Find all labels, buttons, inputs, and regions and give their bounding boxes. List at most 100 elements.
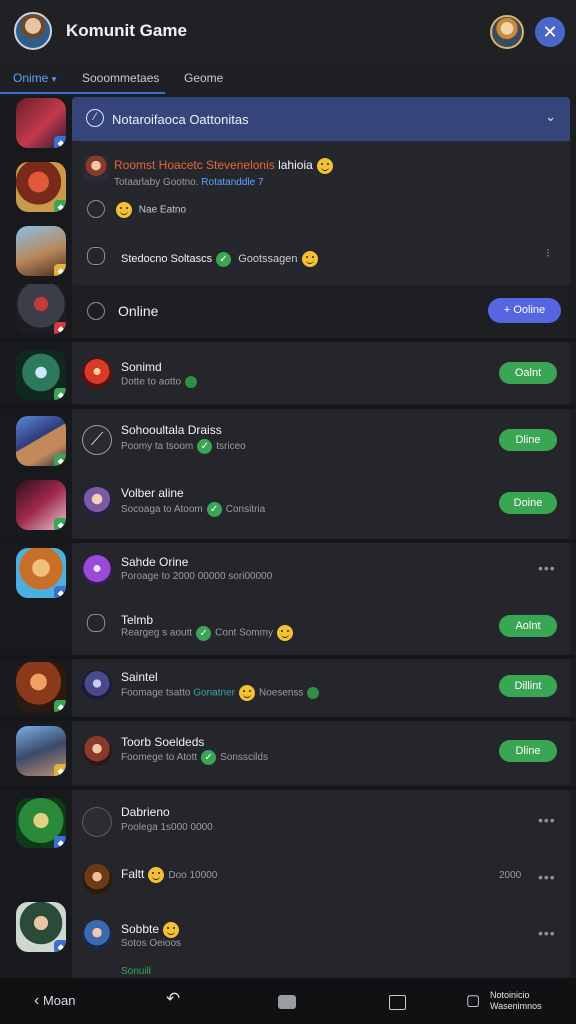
game-icon-1[interactable]: ◆: [16, 98, 66, 148]
check-icon: ✓: [197, 439, 213, 454]
more-icon[interactable]: •••: [538, 925, 556, 941]
avatar: [82, 920, 112, 950]
row-name: Sobbte: [121, 922, 183, 938]
row-sub: Sotos Oeioos: [121, 938, 182, 949]
check-icon: ✓: [196, 625, 212, 641]
game-icon-11[interactable]: ◆: [16, 798, 66, 848]
badge-icon: ◆: [54, 200, 66, 212]
row-sub: Dotte to aotto: [121, 376, 198, 388]
app-title: Komunit Game: [66, 21, 187, 40]
smile-emoji-icon: [238, 685, 255, 701]
back-icon: ‹: [34, 992, 40, 1009]
home-icon[interactable]: [278, 995, 296, 1009]
status-pill[interactable]: Dline: [499, 429, 557, 451]
status-pill[interactable]: Doine: [499, 492, 557, 514]
game-icon-5[interactable]: ◆: [16, 350, 66, 400]
row-name: Dabrieno: [121, 805, 170, 819]
badge-icon: ◆: [54, 454, 66, 466]
status-pill[interactable]: Dillint: [499, 675, 557, 697]
top-bar: Komunit Game ✕: [0, 0, 576, 63]
chat-bubble-icon: [87, 247, 105, 265]
user-avatar[interactable]: [490, 15, 524, 49]
row-name: Sonuill: [121, 966, 152, 977]
smile-emoji-icon: [316, 158, 333, 174]
game-icon-10[interactable]: ◆: [16, 726, 66, 776]
game-icon-12[interactable]: ◆: [16, 902, 66, 952]
tab-online[interactable]: Onime ▾: [13, 71, 56, 85]
game-icon-7[interactable]: ◆: [16, 480, 66, 530]
row-sub: Poolega 1s000 0000: [121, 822, 213, 833]
chat-bubble-icon: [87, 614, 105, 632]
app-avatar[interactable]: [14, 12, 52, 50]
avatar: [82, 864, 112, 894]
row-sub: Poomy ta tsoom ✓ tsriceo: [121, 439, 246, 454]
avatar: [82, 555, 112, 585]
status-ring-icon: [87, 200, 105, 218]
badge-icon: ◆: [54, 518, 66, 530]
chat-icon[interactable]: ▢: [466, 991, 480, 1009]
row-name: Saintel: [121, 670, 158, 684]
row-sub: Foomege to Atott ✓ Sonsscilds: [121, 750, 268, 765]
avatar: [82, 807, 112, 837]
badge-icon: ◆: [54, 388, 66, 400]
back-button[interactable]: ‹ Moan: [34, 992, 75, 1010]
undo-icon[interactable]: ↶: [166, 989, 180, 1009]
game-icon-4[interactable]: ◆: [16, 284, 66, 334]
online-section-label: Online: [118, 303, 159, 319]
avatar: [82, 487, 112, 517]
online-button[interactable]: + Ooline: [488, 298, 561, 323]
badge-icon: ◆: [54, 136, 66, 148]
more-icon[interactable]: •••: [538, 812, 556, 828]
row-name: Sohooultala Draiss: [121, 423, 222, 437]
game-icon-9[interactable]: ◆: [16, 662, 66, 712]
badge-icon: ◆: [54, 322, 66, 334]
row-name: Toorb Soeldeds: [121, 735, 205, 749]
smile-emoji-icon: [148, 867, 165, 883]
badge-icon: ◆: [54, 586, 66, 598]
avatar: [82, 670, 112, 700]
status-pill[interactable]: Oalnt: [499, 362, 557, 384]
status-dot-icon: [185, 376, 198, 388]
game-icon-6[interactable]: ◆: [16, 416, 66, 466]
more-icon[interactable]: •••: [538, 869, 556, 885]
row-sub: Foomage tsatto Gonatner Noesenss: [121, 685, 320, 701]
tab-games[interactable]: Geome: [184, 71, 223, 85]
chevron-down-icon[interactable]: ⌄: [545, 109, 556, 125]
smile-emoji-icon: [276, 625, 293, 641]
badge-icon: ◆: [54, 940, 66, 952]
more-icon[interactable]: •••: [538, 560, 556, 576]
active-tab-indicator: [0, 92, 165, 94]
status-pill[interactable]: Dline: [499, 740, 557, 762]
check-icon: ✓: [216, 251, 232, 267]
notifications-header[interactable]: ⁄ Notaroifaoca Oattonitas ⌄: [72, 97, 570, 141]
row-name: Volber aline: [121, 486, 184, 500]
compass-icon: ⁄: [86, 109, 104, 127]
game-icon-3[interactable]: ◆: [16, 226, 66, 276]
notification-item[interactable]: Nae Eatno: [112, 202, 186, 218]
game-icon-8[interactable]: ◆: [16, 548, 66, 598]
badge-icon: ◆: [54, 764, 66, 776]
square-icon[interactable]: [389, 995, 406, 1010]
avatar: [84, 156, 108, 180]
row-name: Sonimd: [121, 360, 162, 374]
row-name: Faltt Doo 10000: [121, 867, 218, 883]
more-icon[interactable]: ⁝: [546, 246, 551, 260]
notification-sub: Totaarlaby Gootno. Rotatanddle 7: [114, 177, 264, 188]
header-title: Notaroifaoca Oattonitas: [112, 112, 249, 127]
row-name: Sahde Orine: [121, 555, 189, 569]
row-sub: Poroage to 2000 00000 sori00000: [121, 571, 273, 582]
status-pill[interactable]: Aolnt: [499, 615, 557, 637]
notification-title[interactable]: Roomst Hoacetc Stevenelonis lahioia: [114, 158, 337, 174]
smile-emoji-icon: [163, 922, 180, 938]
check-icon: ✓: [206, 502, 222, 517]
game-icon-2[interactable]: ◆: [16, 162, 66, 212]
nav-right-label[interactable]: Notoinicio Wasenimnos: [490, 990, 542, 1012]
smile-emoji-icon: [116, 202, 132, 218]
badge-icon: ◆: [54, 700, 66, 712]
row-sub: Socoaga to Atoom ✓ Consitria: [121, 502, 266, 517]
close-icon[interactable]: ✕: [535, 17, 565, 47]
tab-communities[interactable]: Sooommetaes: [82, 71, 159, 85]
badge-icon: ◆: [54, 836, 66, 848]
notification-item[interactable]: Stedocno Soltascs ✓ Gootssagen: [121, 251, 322, 267]
tab-bar: Onime ▾ Sooommetaes Geome: [0, 62, 576, 95]
